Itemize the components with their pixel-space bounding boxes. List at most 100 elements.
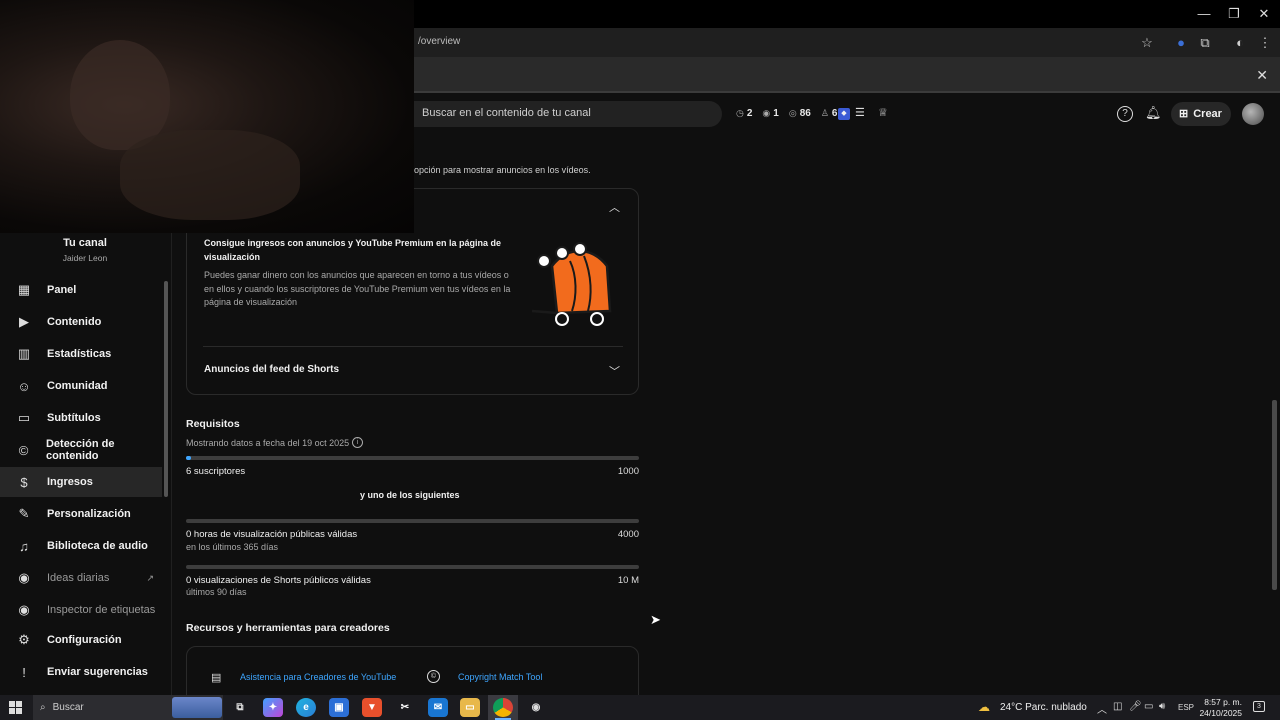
create-button[interactable]: ⊞ Crear bbox=[1171, 102, 1231, 126]
sidebar-item-ideas-diarias[interactable]: ◉ Ideas diarias ↗ bbox=[0, 563, 162, 593]
menu-dots-icon[interactable]: ⋮ bbox=[1256, 34, 1274, 52]
resources-title: Recursos y herramientas para creadores bbox=[186, 622, 390, 634]
card-title: Consigue ingresos con anuncios y YouTube… bbox=[204, 238, 502, 262]
extension-icon[interactable]: ● bbox=[1172, 34, 1190, 52]
sidebar-scrollbar[interactable] bbox=[164, 281, 168, 497]
stat-value: 6 bbox=[831, 108, 838, 119]
url-text[interactable]: /overview bbox=[418, 36, 460, 47]
network-icon[interactable]: ▭ bbox=[1144, 701, 1153, 712]
search-icon: ⌕ bbox=[40, 702, 46, 713]
sidebar-item-enviar-sugerencias[interactable]: ! Enviar sugerencias bbox=[0, 657, 162, 687]
sidebar-item-label: Ideas diarias bbox=[47, 572, 110, 584]
copyright-icon: © bbox=[18, 442, 29, 458]
copyright-icon: © bbox=[427, 670, 440, 683]
sidebar-item-label: Inspector de etiquetas bbox=[47, 604, 156, 616]
sidebar-item-estadisticas[interactable]: ▥ Estadísticas bbox=[0, 339, 162, 369]
chevron-up-icon[interactable]: ︿ bbox=[1097, 701, 1107, 716]
subscribers-progress-track bbox=[186, 456, 639, 460]
trophy-icon[interactable]: ♕ bbox=[878, 106, 888, 119]
creator-support-link[interactable]: Asistencia para Creadores de YouTube bbox=[240, 672, 396, 682]
sidebar-item-configuracion[interactable]: ⚙ Configuración bbox=[0, 625, 162, 655]
windows-start-icon[interactable] bbox=[9, 701, 22, 714]
profile-icon[interactable]: ◐ bbox=[1231, 34, 1249, 52]
create-label: Crear bbox=[1193, 108, 1222, 120]
avatar[interactable] bbox=[1242, 103, 1264, 125]
external-link-icon: ↗ bbox=[146, 572, 154, 583]
restore-button[interactable]: ❐ bbox=[1219, 4, 1249, 24]
language-indicator[interactable]: ESP bbox=[1178, 703, 1194, 712]
info-icon[interactable]: i bbox=[352, 437, 363, 448]
divider bbox=[203, 346, 623, 347]
top-note: opción para mostrar anuncios en los víde… bbox=[414, 165, 591, 175]
tag-inspector-icon: ◉ bbox=[18, 602, 30, 617]
list-icon[interactable]: ☰ bbox=[855, 106, 865, 119]
camera-icon[interactable]: ◫ bbox=[1113, 701, 1122, 712]
puzzle-extensions-icon[interactable]: ⧉ bbox=[1196, 34, 1214, 52]
dashboard-icon: ▦ bbox=[17, 282, 31, 297]
shorts-feed-ads-label[interactable]: Anuncios del feed de Shorts bbox=[204, 364, 339, 375]
sidebar-item-comunidad[interactable]: ☺ Comunidad bbox=[0, 371, 162, 401]
minimize-button[interactable]: — bbox=[1189, 4, 1219, 24]
main-scrollbar[interactable] bbox=[1272, 400, 1277, 590]
webcam-overlay bbox=[0, 0, 414, 233]
search-input[interactable]: Buscar en el contenido de tu canal bbox=[414, 101, 722, 127]
file-explorer-icon[interactable]: ▭ bbox=[460, 698, 480, 717]
clock-time: 8:57 p. m. bbox=[1204, 697, 1242, 707]
webcam-person bbox=[70, 40, 170, 150]
shopping-cart-illustration bbox=[531, 242, 612, 326]
brave-icon[interactable]: ▼ bbox=[362, 698, 382, 717]
sidebar-item-inspector-etiquetas[interactable]: ◉ Inspector de etiquetas bbox=[0, 595, 162, 625]
sidebar-item-biblioteca-audio[interactable]: ♫ Biblioteca de audio bbox=[0, 531, 162, 561]
person-icon: ♙ bbox=[820, 108, 829, 118]
chrome-icon[interactable] bbox=[493, 698, 513, 717]
clock[interactable]: 8:57 p. m. 24/10/2025 bbox=[1198, 697, 1242, 719]
subscribers-label: 6 suscriptores bbox=[186, 466, 246, 477]
sidebar-item-subtitulos[interactable]: ▭ Subtítulos bbox=[0, 403, 162, 433]
store-icon[interactable]: ▣ bbox=[329, 698, 349, 717]
sidebar-item-personalizacion[interactable]: ✎ Personalización bbox=[0, 499, 162, 529]
close-icon[interactable]: ✕ bbox=[1256, 67, 1268, 84]
obs-icon[interactable]: ◉ bbox=[526, 698, 546, 717]
stat-value: 1 bbox=[773, 108, 779, 119]
shorts-views-sub: últimos 90 días bbox=[186, 587, 247, 597]
capcut-icon[interactable]: ✂ bbox=[395, 698, 415, 717]
shorts-views-progress-track bbox=[186, 565, 639, 569]
close-window-button[interactable]: ✕ bbox=[1249, 4, 1279, 24]
chevron-up-icon[interactable]: ︿ bbox=[609, 199, 620, 215]
watch-hours-label: 0 horas de visualización públicas válida… bbox=[186, 529, 358, 540]
gear-icon: ⚙ bbox=[18, 632, 30, 647]
chevron-down-icon[interactable]: ﹀ bbox=[609, 363, 620, 379]
vidiq-icon[interactable]: ◆ bbox=[838, 108, 850, 120]
microphone-icon[interactable]: 🎤︎ bbox=[1129, 701, 1142, 712]
copilot-icon[interactable]: ✦ bbox=[263, 698, 283, 717]
channel-title: Tu canal bbox=[63, 237, 107, 249]
view-icon: ◎ bbox=[788, 108, 797, 118]
content-icon: ▶ bbox=[19, 314, 29, 329]
edge-icon[interactable]: e bbox=[296, 698, 316, 717]
clock-date: 24/10/2025 bbox=[1199, 708, 1242, 718]
extension-stats: ◷ 2 ◉ 1 ◎ 86 ♙ 6 bbox=[736, 108, 837, 119]
shorts-views-target: 10 M bbox=[617, 575, 639, 586]
sidebar-item-label: Detección de contenido bbox=[45, 438, 115, 462]
bell-icon[interactable]: 🔔︎ bbox=[1145, 105, 1162, 121]
sidebar-item-panel[interactable]: ▦ Panel bbox=[0, 275, 162, 305]
sidebar-item-label: Ingresos bbox=[47, 476, 93, 488]
volume-icon[interactable]: 🔊︎ bbox=[1159, 701, 1165, 712]
sidebar-item-deteccion[interactable]: © Detección de contenido bbox=[0, 435, 162, 465]
sidebar-item-contenido[interactable]: ▶ Contenido bbox=[0, 307, 162, 337]
weather-text[interactable]: 24°C Parc. nublado bbox=[1000, 702, 1087, 713]
audio-library-icon: ♫ bbox=[19, 538, 29, 554]
bookmark-star-icon[interactable]: ☆ bbox=[1138, 34, 1156, 52]
sidebar-item-ingresos[interactable]: $ Ingresos bbox=[0, 467, 162, 497]
card-body: Puedes ganar dinero con los anuncios que… bbox=[204, 270, 511, 307]
task-view-icon[interactable]: ⧉ bbox=[230, 698, 250, 717]
mouse-cursor-icon: ➤ bbox=[650, 612, 661, 627]
weather-icon[interactable]: ☁ bbox=[978, 700, 990, 714]
copyright-match-tool-link[interactable]: Copyright Match Tool bbox=[458, 672, 542, 682]
dollar-icon: $ bbox=[20, 474, 28, 490]
mail-icon[interactable]: ✉ bbox=[428, 698, 448, 717]
or-label: y uno de los siguientes bbox=[360, 490, 460, 500]
magic-wand-icon: ✎ bbox=[18, 506, 30, 521]
notification-icon[interactable]: 3 bbox=[1253, 701, 1265, 712]
help-icon[interactable]: ? bbox=[1117, 106, 1133, 122]
